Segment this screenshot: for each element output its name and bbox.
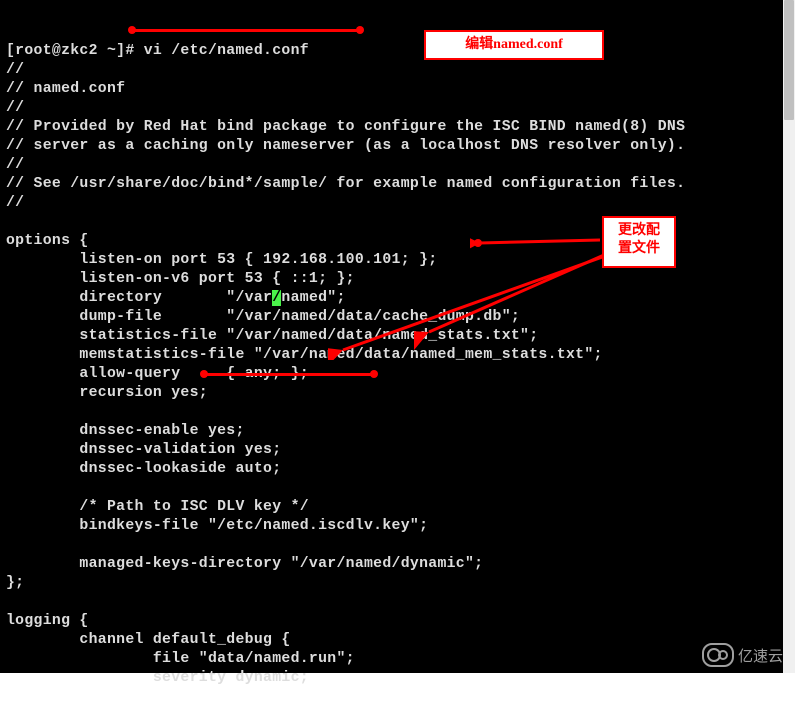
terminal-line: // server as a caching only nameserver (… xyxy=(6,137,777,156)
terminal-line: logging { xyxy=(6,612,777,631)
terminal-line: bindkeys-file "/etc/named.iscdlv.key"; xyxy=(6,517,777,536)
terminal-line: directory "/var/named"; xyxy=(6,289,777,308)
terminal-line xyxy=(6,536,777,555)
terminal-line: // xyxy=(6,61,777,80)
callout-edit-named-conf: 编辑named.conf xyxy=(424,30,604,60)
scrollbar-thumb[interactable] xyxy=(784,0,794,120)
terminal-line: // xyxy=(6,156,777,175)
terminal-line: dnssec-enable yes; xyxy=(6,422,777,441)
terminal-line: // xyxy=(6,99,777,118)
cloud-icon xyxy=(702,643,734,667)
vertical-scrollbar[interactable] xyxy=(783,0,795,673)
terminal-line: /* Path to ISC DLV key */ xyxy=(6,498,777,517)
terminal-line xyxy=(6,593,777,612)
terminal-line: recursion yes; xyxy=(6,384,777,403)
terminal-line: statistics-file "/var/named/data/named_s… xyxy=(6,327,777,346)
terminal-line xyxy=(6,479,777,498)
terminal-line: // named.conf xyxy=(6,80,777,99)
cursor: / xyxy=(272,290,281,306)
terminal-line: // xyxy=(6,194,777,213)
terminal-line: severity dynamic; xyxy=(6,669,777,688)
annotation-underline xyxy=(204,373,374,376)
terminal-line: channel default_debug { xyxy=(6,631,777,650)
terminal-line: allow-query { any; }; xyxy=(6,365,777,384)
terminal-window[interactable]: [root@zkc2 ~]# vi /etc/named.conf//// na… xyxy=(0,0,783,673)
terminal-line: dnssec-lookaside auto; xyxy=(6,460,777,479)
callout-change-config: 更改配 置文件 xyxy=(602,216,676,268)
terminal-line: dnssec-validation yes; xyxy=(6,441,777,460)
watermark-text: 亿速云 xyxy=(738,645,783,666)
terminal-line: // Provided by Red Hat bind package to c… xyxy=(6,118,777,137)
terminal-line: [root@zkc2 ~]# vi /etc/named.conf xyxy=(6,42,777,61)
terminal-line: managed-keys-directory "/var/named/dynam… xyxy=(6,555,777,574)
terminal-line xyxy=(6,403,777,422)
terminal-line: dump-file "/var/named/data/cache_dump.db… xyxy=(6,308,777,327)
annotation-underline xyxy=(132,29,360,32)
terminal-line: listen-on-v6 port 53 { ::1; }; xyxy=(6,270,777,289)
terminal-content: [root@zkc2 ~]# vi /etc/named.conf//// na… xyxy=(6,42,777,688)
terminal-line: memstatistics-file "/var/named/data/name… xyxy=(6,346,777,365)
terminal-line: // See /usr/share/doc/bind*/sample/ for … xyxy=(6,175,777,194)
watermark: 亿速云 xyxy=(702,643,783,667)
terminal-line: }; xyxy=(6,574,777,593)
terminal-line: file "data/named.run"; xyxy=(6,650,777,669)
